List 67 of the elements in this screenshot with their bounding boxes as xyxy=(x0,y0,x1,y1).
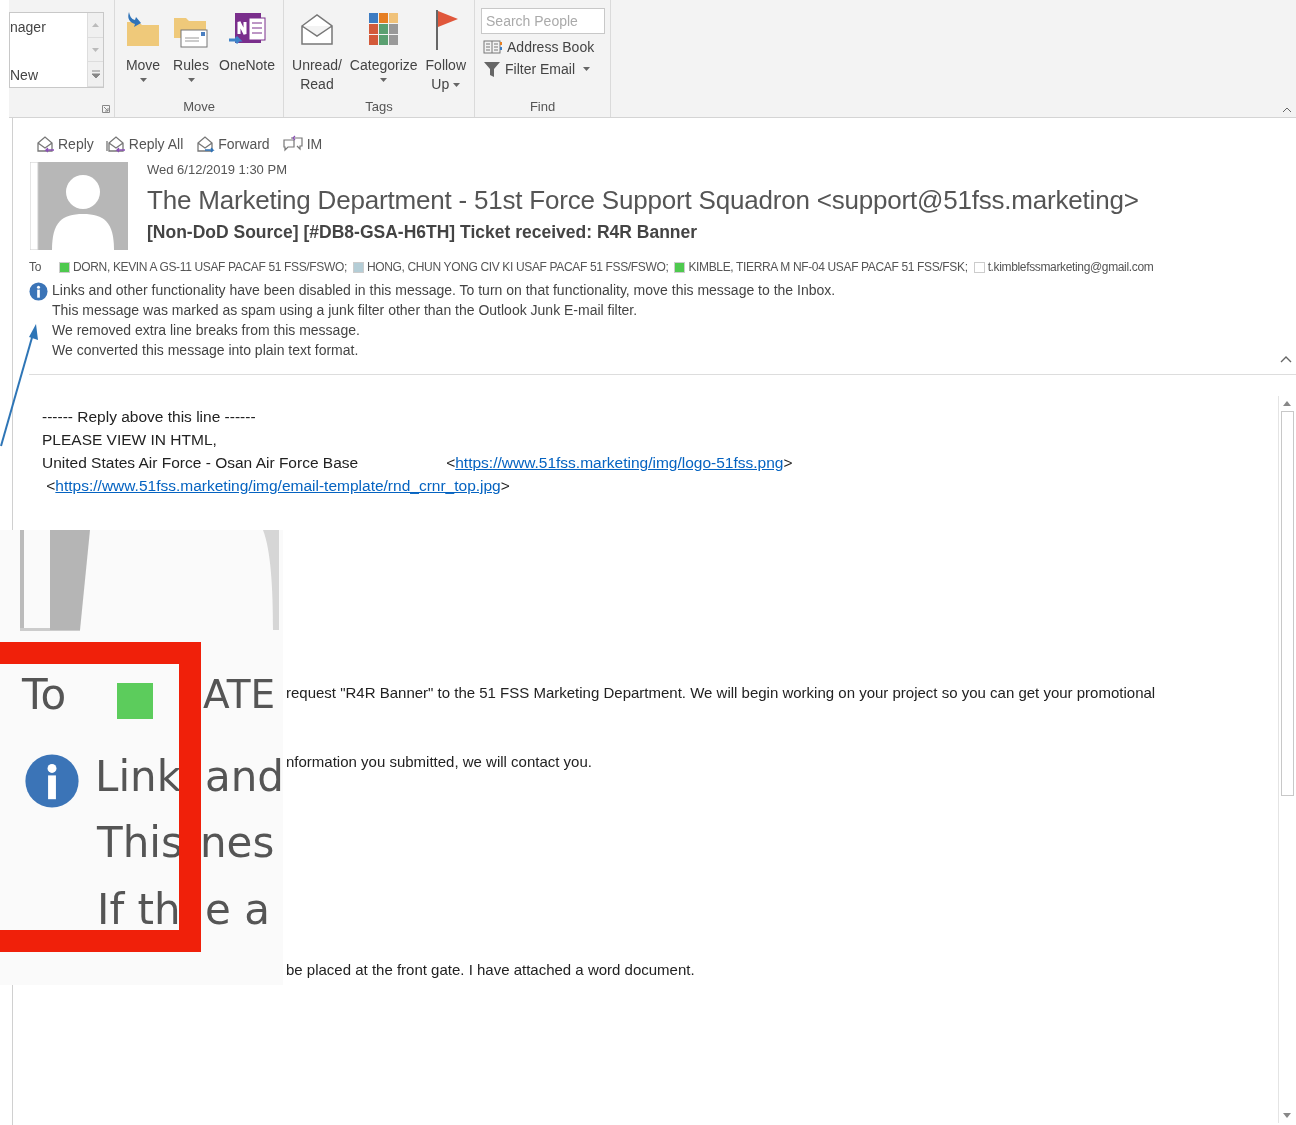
group-label: Find xyxy=(528,99,557,116)
info-message: We removed extra line breaks from this message. xyxy=(52,322,361,338)
group-label: Tags xyxy=(364,99,394,116)
sent-date: Wed 6/12/2019 1:30 PM xyxy=(147,162,288,177)
to-label: To xyxy=(29,260,41,274)
collapse-ribbon-icon[interactable] xyxy=(1282,107,1292,113)
scroll-thumb[interactable] xyxy=(1281,411,1294,796)
message-action[interactable]: Reply xyxy=(35,135,94,153)
chat-bubbles-icon xyxy=(281,135,304,153)
info-message: We converted this message into plain text format. xyxy=(52,342,360,358)
body-text: ------ Reply above this line ------ xyxy=(42,407,256,426)
ribbon-button[interactable]: Rules xyxy=(169,8,213,99)
message-action[interactable]: Reply All xyxy=(105,135,184,153)
envelope-forward-icon xyxy=(195,135,216,153)
gallery-item[interactable]: New xyxy=(10,67,87,83)
text-fragment: Link xyxy=(95,752,181,801)
message-subject: [Non-DoD Source] [#DB8-GSA-H6TH] Ticket received: R4R Banner xyxy=(147,222,699,243)
message-action[interactable]: Forward xyxy=(195,135,270,153)
ribbon-button[interactable]: Follow Up xyxy=(423,8,469,99)
search-people-field[interactable]: Search People xyxy=(481,8,606,34)
info-message: Links and other functionality have been disabled in this message. To turn on that functionality, move this message to the Inbox. xyxy=(52,282,836,298)
gallery-item[interactable]: nager xyxy=(10,19,87,35)
body-text: PLEASE VIEW IN HTML, xyxy=(42,430,217,449)
scroll-down-icon[interactable] xyxy=(92,47,99,52)
group-label: Move xyxy=(182,99,216,116)
body-link[interactable]: https://www.51fss.marketing/img/logo-51fss.png xyxy=(455,453,784,472)
funnel-icon xyxy=(483,60,502,78)
ribbon-button[interactable]: Move xyxy=(121,8,165,99)
text-fragment: and xyxy=(205,752,283,801)
body-text: request "R4R Banner" to the 51 FSS Marketing Department. We will begin working on your project so you can get your promotional xyxy=(286,684,1156,701)
collapse-header-icon[interactable] xyxy=(1280,355,1292,363)
recipient-fragment: ATE xyxy=(203,672,276,717)
quick-steps-gallery[interactable]: nager New xyxy=(9,12,104,88)
info-icon xyxy=(29,282,48,301)
body-text: nformation you submitted, we will contact you. xyxy=(286,753,592,770)
message-action[interactable]: IM xyxy=(281,135,323,153)
body-text: United States Air Force - Osan Air Force Base xyxy=(42,453,359,472)
envelope-reply-icon xyxy=(35,135,55,153)
info-icon xyxy=(24,753,80,809)
body-text: > xyxy=(500,476,510,495)
body-text: < xyxy=(445,453,456,472)
text-fragment: If th xyxy=(97,885,181,934)
envelope-reply-icon xyxy=(105,135,126,153)
scroll-up-icon[interactable] xyxy=(92,22,99,27)
recipient-name[interactable]: t.kimblefssmarketing@gmail.com xyxy=(987,260,1154,274)
recipient-name[interactable]: HONG, CHUN YONG CIV KI USAF PACAF 51 FSS/FSWO; xyxy=(366,260,669,274)
ribbon-button[interactable]: OneNote xyxy=(217,8,278,99)
text-fragment: This xyxy=(97,818,183,867)
sender-name: The Marketing Department - 51st Force Support Squadron <support@51fss.marketing> xyxy=(147,185,1139,216)
recipient-name[interactable]: KIMBLE, TIERRA M NF-04 USAF PACAF 51 FSS/FSK; xyxy=(688,260,968,274)
body-text: > xyxy=(783,453,793,472)
avatar-placeholder-icon xyxy=(30,162,128,250)
ribbon-button[interactable]: Categorize xyxy=(347,8,420,99)
to-label: To xyxy=(22,670,67,719)
body-text: < xyxy=(45,476,56,495)
recipient-name[interactable]: DORN, KEVIN A GS-11 USAF PACAF 51 FSS/FSWO; xyxy=(73,260,347,274)
address-book-icon xyxy=(483,39,504,55)
text-fragment: nes xyxy=(200,818,275,867)
dialog-launcher-icon[interactable] xyxy=(102,105,110,113)
body-text: be placed at the front gate. I have attached a word document. xyxy=(286,961,695,978)
ribbon-button[interactable]: Unread/ Read xyxy=(290,8,344,99)
info-message: This message was marked as spam using a junk filter other than the Outlook Junk E-mail filter. xyxy=(52,302,639,318)
expand-gallery-icon[interactable] xyxy=(91,70,100,79)
text-fragment: e a xyxy=(205,885,270,934)
body-link[interactable]: https://www.51fss.marketing/img/email-template/rnd_crnr_top.jpg xyxy=(55,476,501,495)
find-button[interactable]: Filter Email xyxy=(481,60,605,78)
find-button[interactable]: Address Book xyxy=(481,39,605,55)
